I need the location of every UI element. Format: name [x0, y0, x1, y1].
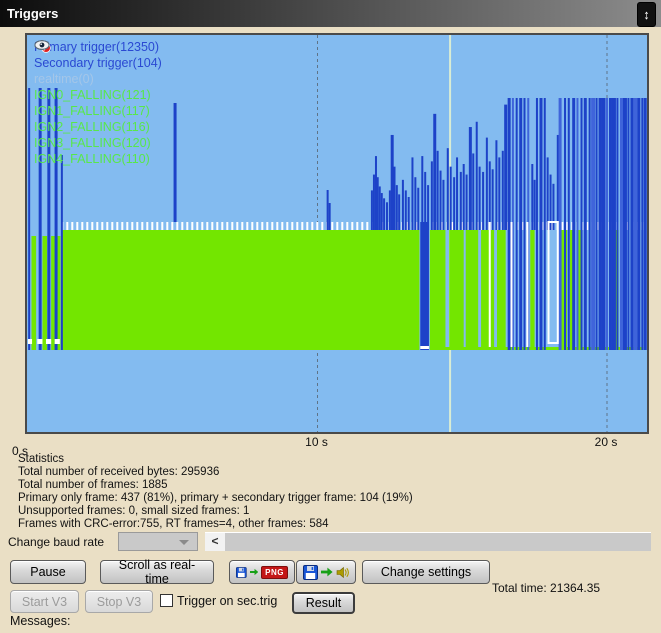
statistics-line: Total number of received bytes: 295936	[18, 466, 413, 479]
legend-label: IGN0_FALLING(121)	[34, 88, 151, 102]
legend-item: IGN3_FALLING(120)	[34, 135, 167, 151]
pause-button[interactable]: Pause	[10, 560, 86, 584]
legend-label: IGN2_FALLING(116)	[34, 120, 150, 134]
start-v3-button[interactable]: Start V3	[10, 590, 79, 613]
legend-label: Secondary trigger(104)	[34, 56, 162, 70]
floppy-disk-icon	[236, 565, 247, 580]
legend-item: IGN2_FALLING(116)	[34, 119, 167, 135]
legend-label: IGN1_FALLING(117)	[34, 104, 150, 118]
chart-legend: Primary trigger(12350) Secondary trigger(…	[34, 39, 167, 167]
trigger-on-sectrig-checkbox[interactable]	[160, 594, 173, 607]
messages-label: Messages:	[10, 614, 70, 628]
resize-vertical-icon[interactable]: ↕	[637, 2, 656, 27]
legend-label: IGN4_FALLING(110)	[34, 152, 150, 166]
save-png-button[interactable]: PNG	[229, 560, 295, 584]
floppy-disk-icon	[303, 565, 318, 580]
total-time-label: Total time: 21364.35	[492, 581, 600, 595]
legend-item: Secondary trigger(104)	[34, 55, 167, 71]
x-axis-tick-label: 20 s	[595, 435, 618, 449]
trigger-chart[interactable]: Primary trigger(12350) Secondary trigger(…	[25, 33, 649, 434]
horizontal-scrollbar[interactable]: <	[205, 532, 651, 551]
legend-item: realtime(0)	[34, 71, 167, 87]
baud-rate-dropdown[interactable]	[118, 532, 198, 551]
save-audio-button[interactable]	[296, 560, 356, 584]
change-settings-button[interactable]: Change settings	[362, 560, 490, 584]
green-arrow-icon	[321, 567, 333, 577]
statistics-line: Primary only frame: 437 (81%), primary +…	[18, 492, 413, 505]
green-arrow-icon	[250, 567, 259, 577]
scrollbar-left-arrow-icon[interactable]: <	[205, 533, 225, 551]
png-badge: PNG	[261, 566, 288, 579]
statistics-line: Unsupported frames: 0, small sized frame…	[18, 505, 413, 518]
statistics-line: Total number of frames: 1885	[18, 479, 413, 492]
result-button[interactable]: Result	[292, 592, 355, 614]
statistics-line: Frames with CRC-error:755, RT frames=4, …	[18, 518, 413, 531]
window-title: Triggers	[7, 6, 58, 21]
chevron-down-icon	[179, 540, 189, 545]
legend-item: IGN0_FALLING(121)	[34, 87, 167, 103]
legend-label: IGN3_FALLING(120)	[34, 136, 151, 150]
eye-icon[interactable]	[34, 39, 52, 53]
legend-label: realtime(0)	[34, 72, 94, 86]
scroll-as-realtime-button[interactable]: Scroll as real-time	[100, 560, 214, 584]
title-bar: Triggers ↕	[0, 0, 661, 27]
legend-item: IGN1_FALLING(117)	[34, 103, 167, 119]
legend-item: Primary trigger(12350)	[34, 39, 167, 55]
trigger-on-sectrig-label: Trigger on sec.trig	[177, 594, 277, 608]
statistics-block: StatisticsTotal number of received bytes…	[18, 453, 413, 531]
statistics-line: Statistics	[18, 453, 413, 466]
legend-label: Primary trigger(12350)	[34, 40, 159, 54]
stop-v3-button[interactable]: Stop V3	[85, 590, 153, 613]
x-axis-tick-label: 10 s	[305, 435, 328, 449]
legend-item: IGN4_FALLING(110)	[34, 151, 167, 167]
speaker-icon	[336, 566, 349, 579]
baud-rate-label: Change baud rate	[8, 535, 104, 549]
